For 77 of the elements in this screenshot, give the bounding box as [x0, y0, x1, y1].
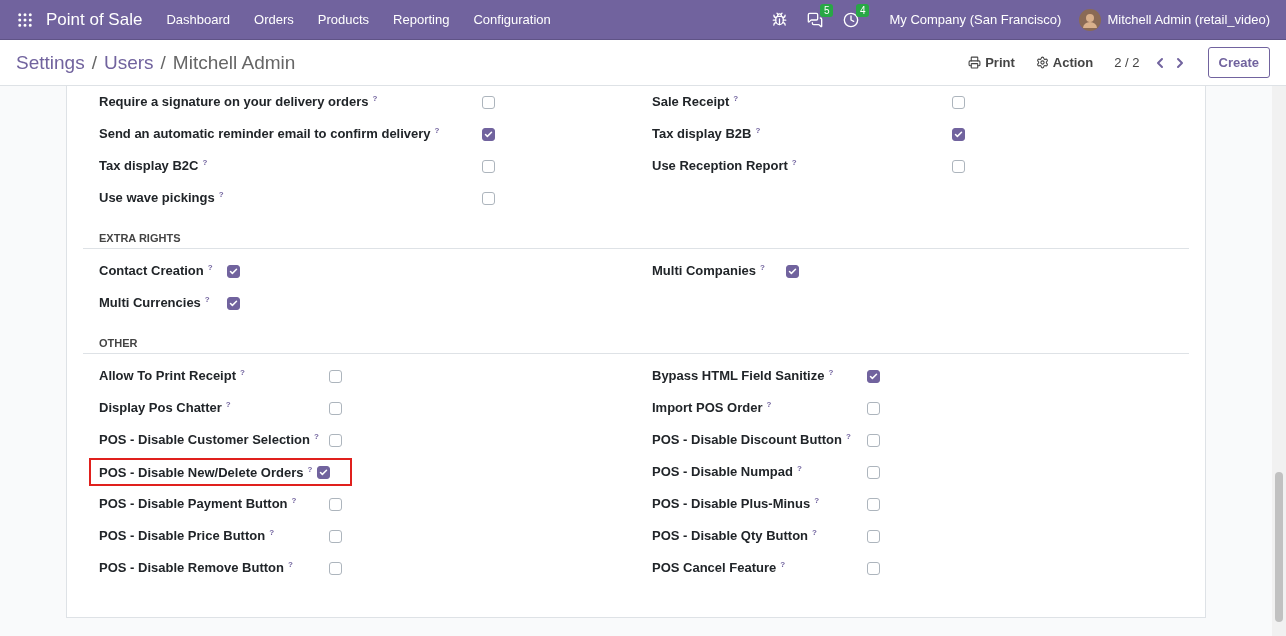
field-label: Contact Creation $^{?}$ — [99, 263, 214, 279]
field-label: Send an automatic reminder email to confirm delivery $^{?}$ — [99, 126, 441, 142]
field-label: Display Pos Chatter $^{?}$ — [99, 400, 232, 416]
field-label: POS - Disable Plus-Minus $^{?}$ — [652, 496, 821, 512]
chat-icon[interactable] — [807, 11, 824, 28]
app-name[interactable]: Point of Sale — [46, 9, 143, 30]
field-label: Sale Receipt $^{?}$ — [652, 94, 740, 110]
breadcrumb-item: Mitchell Admin — [172, 51, 296, 74]
field-label: POS Cancel Feature $^{?}$ — [652, 560, 787, 576]
field-label: POS - Disable Discount Button $^{?}$ — [652, 432, 852, 448]
field-label: Import POS Order $^{?}$ — [652, 400, 773, 416]
field-label: Allow To Print Receipt $^{?}$ — [99, 368, 246, 384]
checkbox[interactable] — [329, 529, 342, 543]
checkbox[interactable] — [329, 497, 342, 511]
checkbox[interactable] — [482, 191, 495, 205]
checkbox[interactable] — [227, 296, 240, 310]
apps-menu-icon[interactable] — [16, 10, 34, 29]
field-label: POS - Disable New/Delete Orders $^{?}$ — [99, 465, 313, 480]
breadcrumb-item[interactable]: Users — [103, 51, 154, 74]
menu-item[interactable]: Configuration — [461, 12, 563, 27]
field-label: Tax display B2B $^{?}$ — [652, 126, 762, 142]
checkbox[interactable] — [952, 127, 965, 141]
checkbox[interactable] — [482, 95, 495, 109]
menu-item[interactable]: Products — [305, 12, 382, 27]
checkbox[interactable] — [329, 433, 342, 447]
avatar-icon[interactable] — [1079, 8, 1102, 31]
field-label: POS - Disable Payment Button $^{?}$ — [99, 496, 298, 512]
checkbox[interactable] — [482, 159, 495, 173]
checkbox[interactable] — [227, 264, 240, 278]
checkbox[interactable] — [329, 401, 342, 415]
user-menu[interactable]: Mitchell Admin (retail_video) — [1107, 12, 1270, 27]
checkbox[interactable] — [329, 561, 342, 575]
bug-icon[interactable] — [772, 12, 788, 27]
breadcrumb-separator: / — [91, 51, 97, 74]
field-label: Multi Companies $^{?}$ — [652, 263, 766, 279]
checkbox[interactable] — [867, 401, 880, 415]
gear-icon — [1035, 56, 1049, 69]
checkbox[interactable] — [952, 159, 965, 173]
checkbox[interactable] — [786, 264, 799, 278]
checkbox[interactable] — [867, 529, 880, 543]
checkbox[interactable] — [482, 127, 495, 141]
print-button[interactable]: Print — [968, 55, 1015, 70]
section-title: EXTRA RIGHTS — [83, 226, 1189, 249]
count-badge: 4 — [855, 3, 870, 17]
checkbox[interactable] — [867, 433, 880, 447]
breadcrumb-item[interactable]: Settings — [16, 51, 85, 74]
checkbox[interactable] — [329, 369, 342, 383]
checkbox[interactable] — [867, 497, 880, 511]
menu-item[interactable]: Orders — [242, 12, 306, 27]
field-label: Tax display B2C $^{?}$ — [99, 158, 209, 174]
checkbox[interactable] — [867, 465, 880, 479]
field-label: POS - Disable Price Button $^{?}$ — [99, 528, 276, 544]
printer-icon — [968, 56, 982, 69]
checkbox[interactable] — [317, 465, 330, 479]
field-label: Use wave pickings $^{?}$ — [99, 190, 225, 206]
menu-item[interactable]: Dashboard — [154, 12, 242, 27]
pager-value[interactable]: 2 / 2 — [1114, 55, 1140, 70]
company-switcher[interactable]: My Company (San Francisco) — [889, 12, 1062, 27]
create-button[interactable]: Create — [1207, 47, 1270, 78]
field-label: POS - Disable Qty Button $^{?}$ — [652, 528, 818, 544]
field-label: Use Reception Report $^{?}$ — [652, 158, 798, 174]
menu-item[interactable]: Reporting — [381, 12, 462, 27]
clock-icon[interactable] — [843, 11, 860, 28]
action-button[interactable]: Action — [1035, 55, 1094, 70]
field-label: Multi Currencies $^{?}$ — [99, 295, 211, 311]
scrollbar[interactable] — [1272, 86, 1286, 636]
breadcrumb-separator: / — [160, 51, 166, 74]
checkbox[interactable] — [867, 561, 880, 575]
field-label: POS - Disable Numpad $^{?}$ — [652, 464, 803, 480]
checkbox[interactable] — [952, 95, 965, 109]
field-label: Require a signature on your delivery orders $^{?}$ — [99, 94, 379, 110]
checkbox[interactable] — [867, 369, 880, 383]
section-title: OTHER — [83, 331, 1189, 354]
count-badge: 5 — [819, 3, 834, 17]
field-label: Bypass HTML Field Sanitize $^{?}$ — [652, 368, 835, 384]
field-label: POS - Disable Customer Selection $^{?}$ — [99, 432, 320, 448]
field-label: POS - Disable Remove Button $^{?}$ — [99, 560, 294, 576]
